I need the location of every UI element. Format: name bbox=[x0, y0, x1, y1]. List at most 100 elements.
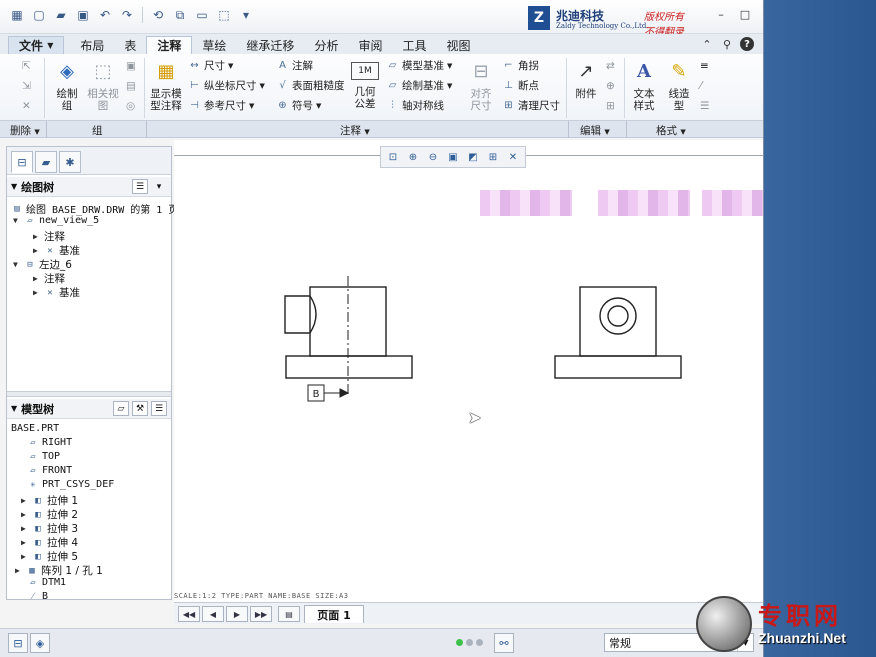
tab-view[interactable]: 视图 bbox=[436, 36, 480, 54]
tree-tab-icon[interactable]: ⊟ bbox=[11, 151, 33, 173]
format-tool-b-icon[interactable]: ⁄ bbox=[700, 80, 702, 92]
prev-page-icon[interactable]: ◀ bbox=[202, 606, 224, 622]
minimize-icon[interactable]: – bbox=[714, 7, 728, 21]
delete-group-label[interactable]: 删除 ▼ bbox=[10, 123, 40, 138]
tab-table[interactable]: 表 bbox=[114, 36, 146, 54]
edit-tool-c-icon[interactable]: ⊞ bbox=[606, 100, 615, 112]
select-box-icon[interactable]: ⬚ bbox=[215, 6, 233, 24]
first-page-icon[interactable]: ◀◀ bbox=[178, 606, 200, 622]
note-button[interactable]: A 注解 bbox=[276, 58, 313, 73]
tab-layout[interactable]: 布局 bbox=[70, 36, 114, 54]
model-tree-item[interactable]: ▱ TOP bbox=[27, 451, 60, 462]
model-tree-item[interactable]: ▶ ◧ 拉伸 2 bbox=[21, 507, 78, 522]
pane-splitter[interactable] bbox=[7, 391, 171, 397]
tab-legacy-migration[interactable]: 继承迁移 bbox=[236, 36, 304, 54]
tree-node[interactable]: ▶ ✕ 基准 bbox=[33, 243, 80, 258]
app-menu-icon[interactable]: ▦ bbox=[8, 6, 26, 24]
group-tool-a-icon[interactable]: ▣ bbox=[126, 60, 136, 72]
model-tree-item[interactable]: ▱ RIGHT bbox=[27, 437, 72, 448]
model-tree-item[interactable]: ▶ ◧ 拉伸 3 bbox=[21, 521, 78, 536]
group-tool-c-icon[interactable]: ◎ bbox=[126, 100, 135, 112]
chevron-down-icon[interactable]: ▾ bbox=[151, 179, 167, 194]
collapse-ribbon-icon[interactable]: ⌃ bbox=[700, 37, 714, 51]
tree-node[interactable]: ▶ 注释 bbox=[33, 229, 65, 244]
collapse-icon[interactable]: ▼ bbox=[11, 404, 17, 413]
model-select-icon[interactable]: ▱ bbox=[113, 401, 129, 416]
delete-a-icon[interactable]: ⇱ bbox=[22, 60, 31, 72]
save-icon[interactable]: ▣ bbox=[74, 6, 92, 24]
tab-review[interactable]: 审阅 bbox=[348, 36, 392, 54]
more-icon[interactable]: ▾ bbox=[237, 6, 255, 24]
axis-symmetry-button[interactable]: ⫶ 轴对称线 bbox=[386, 98, 444, 113]
related-view-button[interactable]: ⬚ 相关视 图 bbox=[86, 58, 120, 113]
format-group-label[interactable]: 格式 ▼ bbox=[656, 123, 686, 138]
navigator-toggle-icon[interactable]: ⊟ bbox=[8, 633, 28, 653]
model-tree-item[interactable]: ✳ PRT_CSYS_DEF bbox=[27, 479, 114, 490]
tree-node[interactable]: ▶ ✕ 基准 bbox=[33, 285, 80, 300]
tab-file[interactable]: 文件 ▼ bbox=[8, 36, 65, 54]
undo-icon[interactable]: ↶ bbox=[96, 6, 114, 24]
edit-tool-b-icon[interactable]: ⊕ bbox=[606, 80, 615, 92]
page-tab-1[interactable]: 页面 1 bbox=[304, 605, 364, 623]
windows-icon[interactable]: ⧉ bbox=[171, 6, 189, 24]
model-tree-item[interactable]: ▶ ◧ 拉伸 5 bbox=[21, 549, 78, 564]
edit-group-label[interactable]: 编辑 ▼ bbox=[580, 123, 610, 138]
folder-icon[interactable]: ▭ bbox=[193, 6, 211, 24]
favorites-tab-icon[interactable]: ✱ bbox=[59, 151, 81, 173]
model-tree-item[interactable]: ▶ ▦ 阵列 1 / 孔 1 bbox=[15, 563, 103, 578]
attach-button[interactable]: ↗ 附件 bbox=[570, 58, 602, 101]
maximize-icon[interactable]: □ bbox=[738, 7, 752, 21]
model-tree-item[interactable]: ▱ DTM1 bbox=[27, 577, 66, 588]
regen-icon[interactable]: ⟲ bbox=[149, 6, 167, 24]
format-tool-a-icon[interactable]: ≡ bbox=[700, 60, 709, 72]
surface-finish-button[interactable]: √ 表面粗糙度 bbox=[276, 78, 344, 93]
tree-node[interactable]: ▼ ⊟ 左边_6 bbox=[13, 257, 72, 272]
collapse-icon[interactable]: ▼ bbox=[11, 182, 17, 191]
graphics-window[interactable]: ⊡ ⊕ ⊖ ▣ ◩ ⊞ ✕ B ➤ SCALE:1:2 TYPE:PART NA… bbox=[174, 140, 763, 602]
tree-filter-icon[interactable]: ⚒ bbox=[132, 401, 148, 416]
tree-node[interactable]: ▼ ▱ new_view_5 bbox=[13, 215, 99, 226]
find-icon[interactable]: ⚯ bbox=[494, 633, 514, 653]
tab-analysis[interactable]: 分析 bbox=[304, 36, 348, 54]
search-icon[interactable]: ⚲ bbox=[720, 37, 734, 51]
help-icon[interactable]: ? bbox=[740, 37, 754, 51]
model-datum-button[interactable]: ▱ 模型基准 ▼ bbox=[386, 58, 453, 73]
align-dimension-button[interactable]: ⊟ 对齐 尺寸 bbox=[466, 58, 496, 113]
reference-dimension-button[interactable]: ⊣ 参考尺寸 ▼ bbox=[188, 98, 254, 113]
draw-datum-button[interactable]: ▱ 绘制基准 ▼ bbox=[386, 78, 453, 93]
line-style-button[interactable]: ✎ 线造 型 bbox=[664, 58, 694, 113]
tab-sketch[interactable]: 草绘 bbox=[192, 36, 236, 54]
breakpoint-button[interactable]: ⊥ 断点 bbox=[502, 78, 539, 93]
open-icon[interactable]: ▰ bbox=[52, 6, 70, 24]
text-style-button[interactable]: A 文本 样式 bbox=[628, 58, 660, 113]
delete-b-icon[interactable]: ⇲ bbox=[22, 80, 31, 92]
ordinate-dimension-button[interactable]: ⊢ 纵坐标尺寸 ▼ bbox=[188, 78, 265, 93]
cleanup-dimension-button[interactable]: ⊞ 清理尺寸 bbox=[502, 98, 560, 113]
next-page-icon[interactable]: ▶ bbox=[226, 606, 248, 622]
delete-icon[interactable]: ✕ bbox=[22, 100, 31, 112]
add-page-icon[interactable]: ▤ bbox=[278, 606, 300, 622]
draw-group-button[interactable]: ◈ 绘制 组 bbox=[50, 58, 84, 113]
model-tree-item[interactable]: ▶ ◧ 拉伸 1 bbox=[21, 493, 78, 508]
dimension-button[interactable]: ↔ 尺寸 ▼ bbox=[188, 58, 233, 73]
model-tree-root[interactable]: BASE.PRT bbox=[11, 423, 59, 434]
model-tree-item[interactable]: ⁄ B bbox=[27, 591, 48, 602]
format-tool-c-icon[interactable]: ☰ bbox=[700, 100, 709, 112]
tree-settings-icon[interactable]: ☰ bbox=[151, 401, 167, 416]
show-model-annotations-button[interactable]: ▦ 显示模 型注释 bbox=[148, 58, 184, 113]
browser-toggle-icon[interactable]: ◈ bbox=[30, 633, 50, 653]
tab-tools[interactable]: 工具 bbox=[392, 36, 436, 54]
tab-annotate[interactable]: 注释 bbox=[146, 36, 193, 54]
tree-settings-icon[interactable]: ☰ bbox=[132, 179, 148, 194]
folder-tab-icon[interactable]: ▰ bbox=[35, 151, 57, 173]
new-icon[interactable]: ▢ bbox=[30, 6, 48, 24]
edit-tool-a-icon[interactable]: ⇄ bbox=[606, 60, 615, 72]
tree-node[interactable]: ▤ 绘图 BASE_DRW.DRW 的第 1 页 bbox=[11, 201, 178, 217]
last-page-icon[interactable]: ▶▶ bbox=[250, 606, 272, 622]
model-tree-item[interactable]: ▶ ◧ 拉伸 4 bbox=[21, 535, 78, 550]
annotate-group-label[interactable]: 注释 ▼ bbox=[340, 123, 370, 138]
tree-node[interactable]: ▶ 注释 bbox=[33, 271, 65, 286]
group-tool-b-icon[interactable]: ▤ bbox=[126, 80, 136, 92]
symbol-button[interactable]: ⊕ 符号 ▼ bbox=[276, 98, 321, 113]
model-tree-item[interactable]: ▱ FRONT bbox=[27, 465, 72, 476]
